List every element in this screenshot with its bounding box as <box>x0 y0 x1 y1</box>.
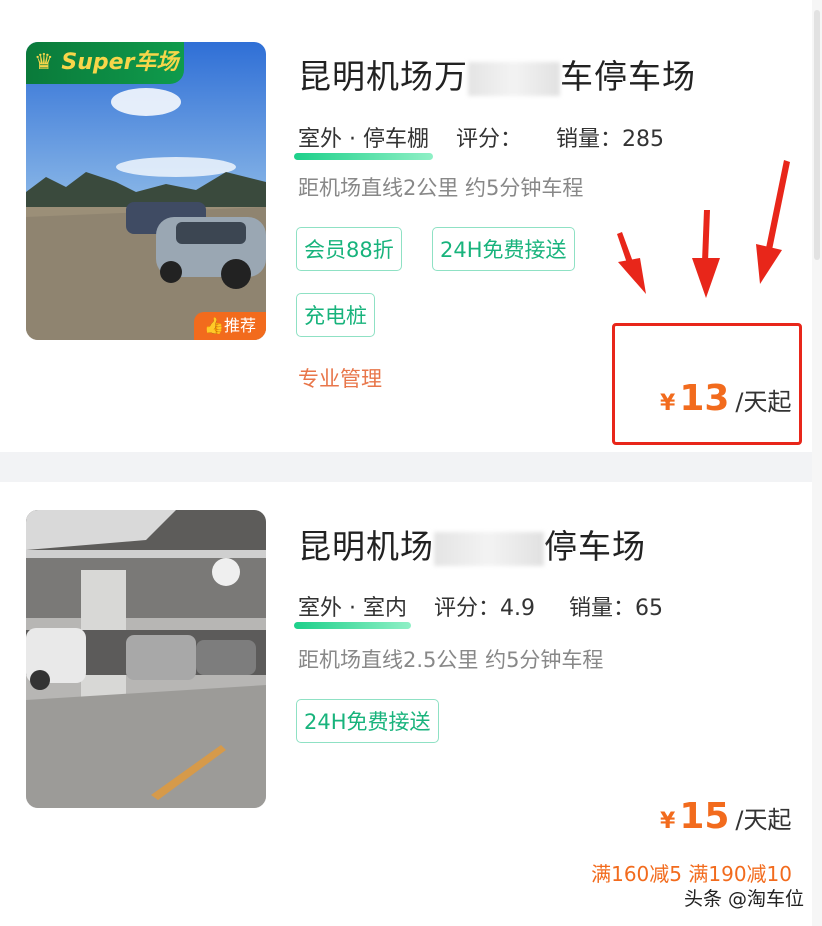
distance-info: 距机场直线2.5公里 约5分钟车程 <box>298 648 604 672</box>
feature-text: 专业管理 <box>298 367 382 391</box>
thumbs-up-icon: 👍 <box>204 316 224 335</box>
title-suffix: 车停车场 <box>560 57 696 96</box>
distance-info: 距机场直线2公里 约5分钟车程 <box>298 176 584 200</box>
arrow-icon <box>617 232 646 294</box>
price-value: 15 <box>679 796 730 837</box>
rating-label: 评分： <box>433 596 500 621</box>
sales-value: 285 <box>622 127 665 152</box>
rating-value: 4.9 <box>500 596 535 621</box>
watermark: 头条 @淘车位 <box>683 888 804 910</box>
parking-photo-image <box>26 42 266 340</box>
arrow-icon <box>756 160 790 284</box>
sales-value: 65 <box>635 596 664 621</box>
parking-photo[interactable]: ♛ Super车场 👍推荐 <box>26 42 266 340</box>
currency-symbol: ¥ <box>660 809 676 834</box>
recommend-badge: 👍推荐 <box>194 312 266 340</box>
title-prefix: 昆明机场万 <box>298 57 468 96</box>
tag-shuttle: 24H免费接送 <box>432 227 575 271</box>
super-parking-badge: ♛ Super车场 <box>26 42 184 84</box>
listing-meta: 室外 · 停车棚 评分： 销量：285 <box>294 121 665 160</box>
tag-member-discount: 会员88折 <box>296 227 402 271</box>
censored-text <box>468 61 560 96</box>
rating-label: 评分： <box>455 127 522 152</box>
annotation-highlight-box <box>612 323 802 445</box>
sales-label: 销量： <box>569 596 636 621</box>
title-prefix: 昆明机场 <box>298 527 434 566</box>
recommend-label: 推荐 <box>223 316 256 335</box>
parking-type: 室外 · 停车棚 <box>294 121 433 160</box>
parking-type: 室外 · 室内 <box>294 590 411 629</box>
scrollbar[interactable] <box>812 0 822 926</box>
price: ¥15/天起 <box>660 796 792 837</box>
listing-title[interactable]: 昆明机场万 车停车场 <box>298 50 696 98</box>
parking-photo[interactable] <box>26 510 266 808</box>
parking-photo-image <box>26 510 266 808</box>
listing-meta: 室外 · 室内 评分：4.9 销量：65 <box>294 590 664 629</box>
sales-label: 销量： <box>556 127 623 152</box>
parking-card[interactable]: ♛ Super车场 👍推荐 昆明机场万 车停车场 室外 · 停车棚 评分： 销量：… <box>0 0 812 452</box>
listing-title[interactable]: 昆明机场 停车场 <box>298 520 646 568</box>
annotation-arrows <box>617 160 790 298</box>
arrow-icon <box>692 210 720 298</box>
tag-shuttle: 24H免费接送 <box>296 699 439 743</box>
crown-icon: ♛ <box>34 50 54 75</box>
tag-charging: 充电桩 <box>296 293 375 337</box>
title-suffix: 停车场 <box>544 527 646 566</box>
coupon-offer: 满160减5 满190减10 <box>591 862 792 886</box>
scrollbar-thumb[interactable] <box>814 10 820 260</box>
censored-text <box>434 531 544 566</box>
badge-label: Super车场 <box>61 50 179 75</box>
price-unit: /天起 <box>735 806 792 834</box>
